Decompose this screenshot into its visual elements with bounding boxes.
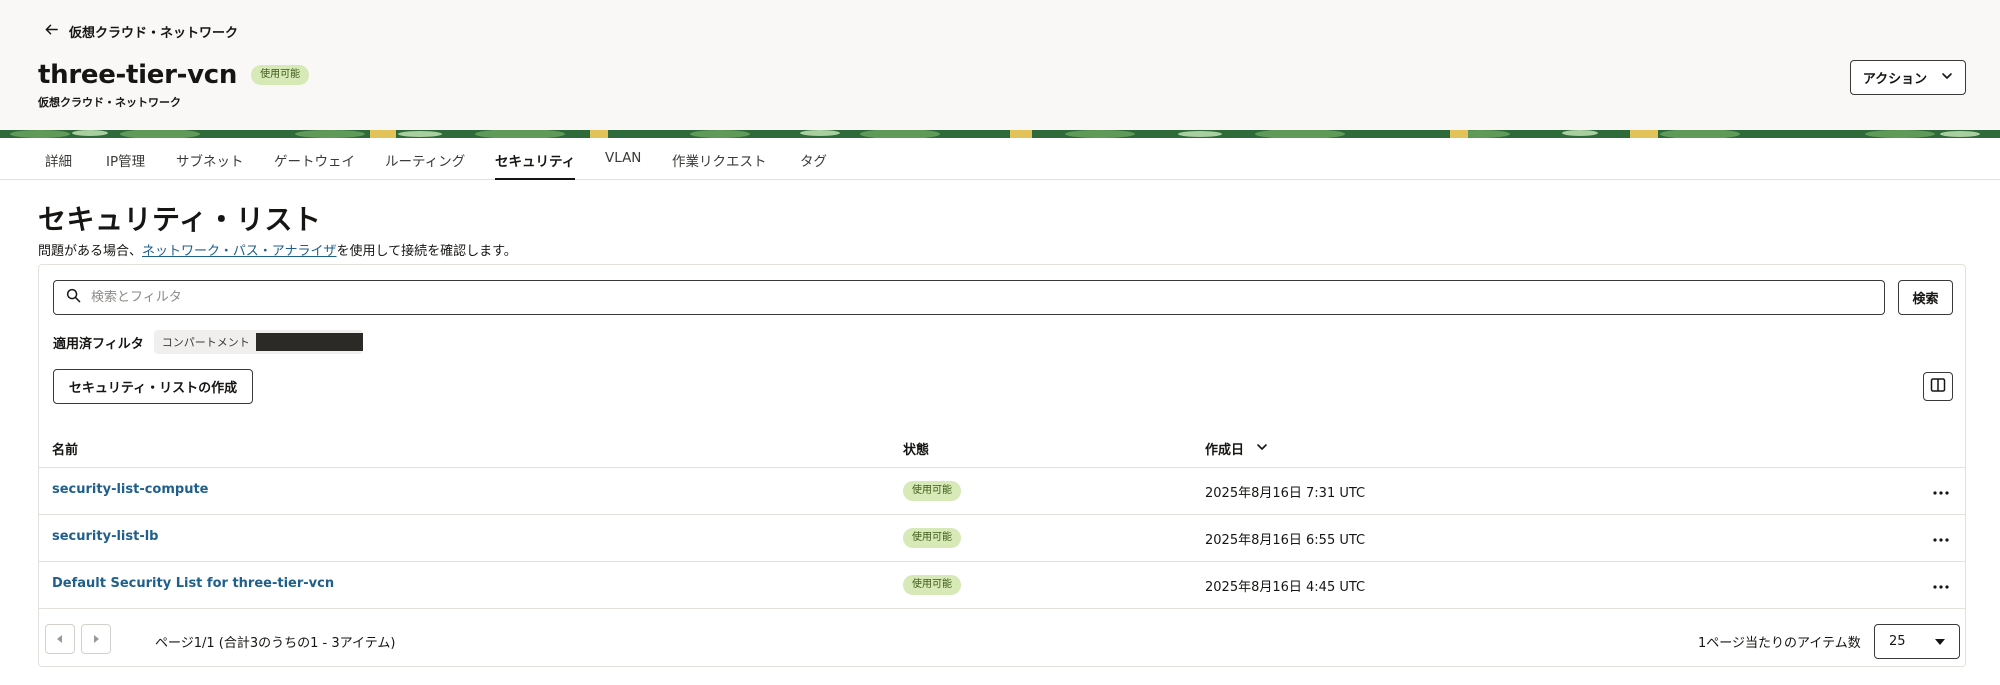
more-icon [1933,578,1949,593]
status-badge: 使用可能 [251,65,310,85]
redacted-value [255,333,363,351]
column-header-created-label: 作成日 [1205,443,1245,458]
help-text: 問題がある場合、ネットワーク・パス・アナライザを使用して接続を確認します。 [38,240,517,259]
security-list-name-link[interactable]: security-list-compute [52,482,209,497]
search-input[interactable] [91,290,1791,305]
more-icon [1933,531,1949,546]
tab-bar: 詳細 IP管理 サブネット ゲートウェイ ルーティング セキュリティ VLAN … [0,138,2000,180]
created-date: 2025年8月16日 6:55 UTC [1205,533,1366,548]
network-path-analyzer-link[interactable]: ネットワーク・パス・アナライザ [142,244,336,259]
search-field[interactable] [53,280,1885,315]
search-icon [66,288,81,307]
back-link[interactable]: 仮想クラウド・ネットワーク [44,22,238,41]
column-header-created[interactable]: 作成日 [1205,439,1268,458]
items-per-page-value: 25 [1889,634,1906,649]
tab-gateways[interactable]: ゲートウェイ [274,150,355,170]
tab-ip-management[interactable]: IP管理 [106,150,145,170]
previous-page-button[interactable] [45,624,75,654]
tab-work-requests[interactable]: 作業リクエスト [672,150,767,170]
tab-routing[interactable]: ルーティング [385,150,465,170]
security-list-name-link[interactable]: security-list-lb [52,529,159,544]
items-per-page-label: 1ページ当たりのアイテム数 [1698,636,1861,651]
column-header-status-label: 状態 [903,443,930,458]
row-actions-button[interactable] [1929,527,1953,549]
row-actions-button[interactable] [1929,480,1953,502]
tab-tags[interactable]: タグ [800,150,827,170]
applied-filters-label: 適用済フィルタ [53,336,144,352]
column-header-name-label: 名前 [52,443,79,458]
table-row: security-list-lb 使用可能 2025年8月16日 6:55 UT… [39,515,1965,562]
chevron-left-icon [56,632,64,647]
tab-security[interactable]: セキュリティ [495,150,576,180]
items-per-page-select[interactable]: 25 [1874,624,1960,659]
more-icon [1933,484,1949,499]
back-link-label: 仮想クラウド・ネットワーク [69,26,239,41]
tab-details[interactable]: 詳細 [45,150,72,170]
chevron-down-icon [1935,634,1945,649]
actions-button[interactable]: アクション [1850,60,1966,95]
decorative-banner [0,130,2000,138]
tab-vlan[interactable]: VLAN [605,150,641,166]
security-lists-panel: 検索 適用済フィルタ コンパートメント セキュリティ・リストの作成 名前 状態 … [38,264,1966,667]
compartment-filter-chip[interactable]: コンパートメント [153,330,363,354]
page-subtitle: 仮想クラウド・ネットワーク [38,96,181,109]
chevron-down-icon [1941,70,1953,86]
page-info: ページ1/1 (合計3のうちの1 - 3アイテム) [155,636,396,651]
status-badge: 使用可能 [903,481,961,501]
table-row: Default Security List for three-tier-vcn… [39,562,1965,609]
tab-subnets[interactable]: サブネット [176,150,244,170]
columns-icon [1930,377,1946,397]
search-button[interactable]: 検索 [1898,280,1953,315]
chevron-down-icon [1256,441,1268,457]
column-header-status[interactable]: 状態 [903,439,929,458]
section-title: セキュリティ・リスト [38,203,322,236]
security-list-name-link[interactable]: Default Security List for three-tier-vcn [52,576,334,591]
page-title: three-tier-vcn [38,60,238,90]
created-date: 2025年8月16日 4:45 UTC [1205,580,1366,595]
help-text-prefix: 問題がある場合、 [38,244,143,259]
help-text-suffix: を使用して接続を確認します。 [336,244,517,259]
next-page-button[interactable] [81,624,111,654]
status-badge: 使用可能 [903,575,961,595]
status-badge: 使用可能 [903,528,961,548]
create-security-list-button[interactable]: セキュリティ・リストの作成 [53,369,253,404]
actions-button-label: アクション [1862,72,1928,87]
column-header-name[interactable]: 名前 [52,439,78,458]
arrow-left-icon [44,22,59,41]
compartment-filter-label: コンパートメント [161,336,250,349]
chevron-right-icon [92,632,100,647]
column-settings-button[interactable] [1923,372,1953,401]
applied-filters: 適用済フィルタ コンパートメント [53,330,363,354]
created-date: 2025年8月16日 7:31 UTC [1205,486,1366,501]
row-actions-button[interactable] [1929,574,1953,596]
page-header: 仮想クラウド・ネットワーク three-tier-vcn 使用可能 仮想クラウド… [0,0,2000,130]
table-row: security-list-compute 使用可能 2025年8月16日 7:… [39,468,1965,515]
